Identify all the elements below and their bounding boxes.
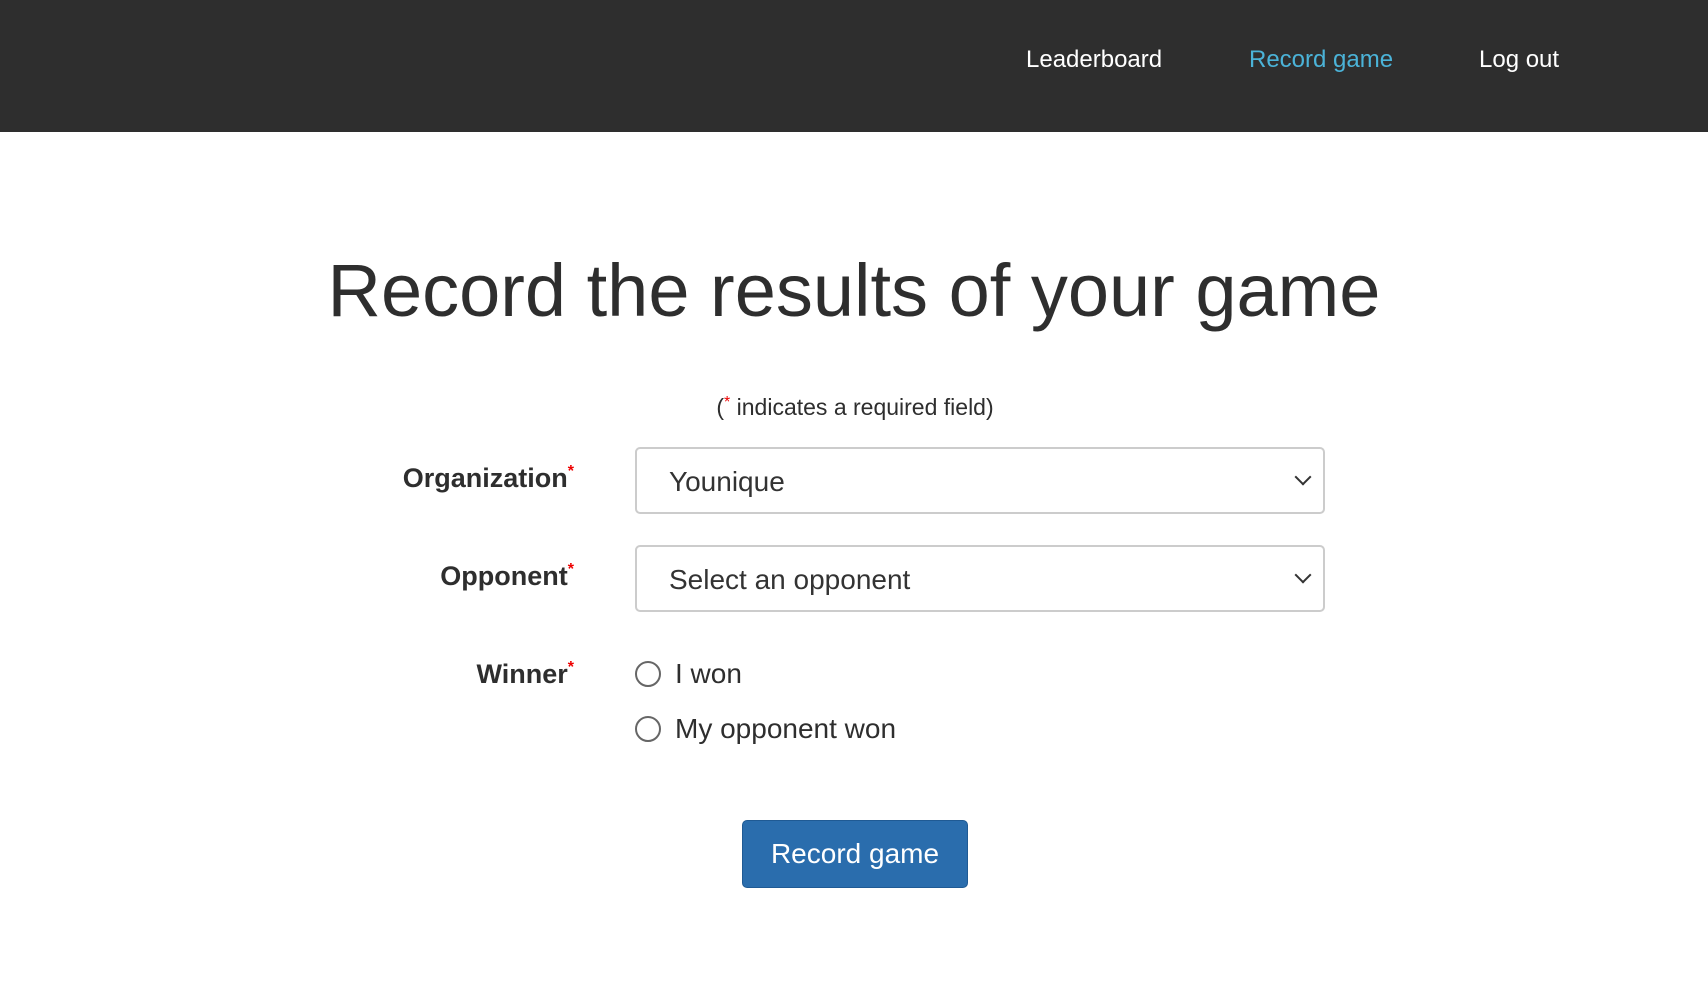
nav-leaderboard[interactable]: Leaderboard xyxy=(1026,46,1162,74)
chevron-down-icon xyxy=(1294,468,1312,486)
chevron-down-icon xyxy=(1294,566,1312,584)
nav-logout[interactable]: Log out xyxy=(1479,46,1559,74)
organization-value: Younique xyxy=(669,466,785,497)
required-star: * xyxy=(567,561,574,578)
note-text: indicates a required field) xyxy=(730,394,994,420)
opponent-value: Select an opponent xyxy=(669,564,911,595)
radio-opponent-won[interactable]: My opponent won xyxy=(635,713,896,745)
top-navbar: Leaderboard Record game Log out xyxy=(0,0,1708,132)
nav-record-game[interactable]: Record game xyxy=(1249,46,1393,74)
opponent-label-text: Opponent xyxy=(440,561,568,591)
opponent-label: Opponent* xyxy=(440,561,574,592)
winner-label: Winner* xyxy=(477,659,575,690)
organization-select[interactable]: Younique xyxy=(635,447,1325,514)
radio-circle-icon[interactable] xyxy=(635,661,661,687)
winner-label-text: Winner xyxy=(476,659,568,689)
note-paren: ( xyxy=(716,394,725,420)
radio-label: My opponent won xyxy=(675,713,897,744)
page-title: Record the results of your game xyxy=(327,249,1381,332)
radio-i-won[interactable]: I won xyxy=(635,658,742,690)
record-game-button[interactable]: Record game xyxy=(742,820,968,888)
radio-label: I won xyxy=(675,658,742,689)
opponent-select[interactable]: Select an opponent xyxy=(635,545,1325,612)
organization-label-text: Organization xyxy=(402,463,568,493)
organization-label: Organization* xyxy=(403,463,574,494)
required-star: * xyxy=(567,659,574,676)
required-star: * xyxy=(567,463,574,480)
radio-circle-icon[interactable] xyxy=(635,716,661,742)
required-note: (* indicates a required field) xyxy=(0,394,1708,421)
